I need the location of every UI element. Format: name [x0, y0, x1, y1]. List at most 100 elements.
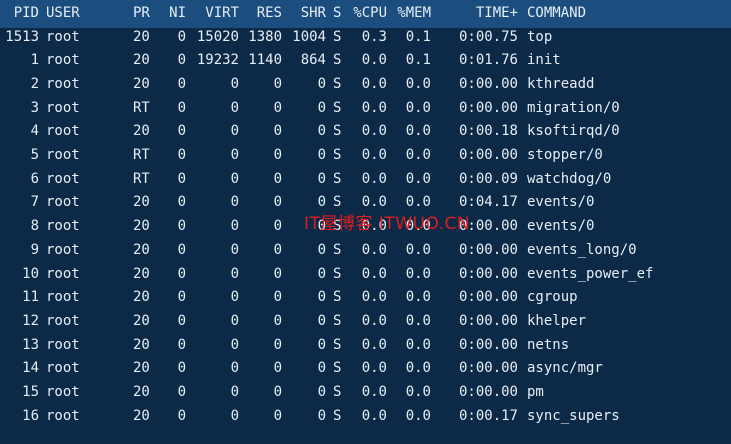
cell-s: S: [333, 336, 342, 353]
cell-cpu: 0.0: [361, 407, 387, 424]
cell-virt: 0: [230, 194, 239, 211]
process-row: 14 root 20 0 0 0 0 S 0.0 0.0 0:00.00 async/mgr: [0, 357, 731, 381]
cell-command: kthreadd: [527, 75, 595, 92]
cell-pr: 20: [133, 407, 150, 424]
cell-user: root: [46, 312, 80, 329]
cell-pid: 8: [30, 218, 39, 235]
cell-command: async/mgr: [527, 360, 603, 377]
cell-user: root: [46, 52, 80, 69]
column-header-command: COMMAND: [527, 5, 587, 21]
cell-pr: 20: [133, 52, 150, 69]
column-header-s: S: [333, 5, 342, 21]
cell-user: root: [46, 407, 80, 424]
cell-res: 0: [273, 265, 282, 282]
cell-time: 0:00.00: [458, 289, 518, 306]
cell-shr: 0: [317, 312, 326, 329]
cell-res: 0: [273, 194, 282, 211]
cell-time: 0:00.00: [458, 147, 518, 163]
process-row: 13 root 20 0 0 0 0 S 0.0 0.0 0:00.00 netns: [0, 334, 731, 358]
cell-pr: 20: [133, 194, 150, 211]
cell-time: 0:00.75: [458, 28, 518, 45]
cell-pid: 4: [30, 123, 39, 140]
cell-s: S: [333, 241, 342, 258]
cell-command: cgroup: [527, 289, 578, 306]
cell-shr: 864: [300, 52, 326, 69]
cell-user: root: [46, 265, 80, 282]
cell-ni: 0: [177, 360, 186, 377]
cell-ni: 0: [177, 312, 186, 329]
cell-command: watchdog/0: [527, 170, 612, 187]
cell-cpu: 0.0: [361, 123, 387, 140]
cell-mem: 0.0: [405, 147, 431, 163]
cell-time: 0:01.76: [458, 52, 518, 69]
cell-pid: 16: [22, 407, 39, 424]
cell-command: events/0: [527, 218, 595, 235]
watermark-text: IT屋博客 ITWUO.CN: [304, 214, 471, 234]
cell-cpu: 0.0: [361, 52, 387, 69]
cell-s: S: [333, 312, 342, 329]
cell-s: S: [333, 170, 342, 187]
cell-res: 0: [273, 147, 282, 163]
cell-cpu: 0.0: [361, 147, 387, 163]
cell-pr: 20: [133, 360, 150, 377]
cell-mem: 0.0: [405, 99, 431, 116]
cell-command: ksoftirqd/0: [527, 123, 620, 140]
cell-user: root: [46, 336, 80, 353]
cell-mem: 0.0: [405, 241, 431, 258]
cell-ni: 0: [177, 241, 186, 258]
cell-time: 0:00.00: [458, 241, 518, 258]
process-row: 15 root 20 0 0 0 0 S 0.0 0.0 0:00.00 pm: [0, 381, 731, 405]
cell-mem: 0.0: [405, 170, 431, 187]
cell-res: 0: [273, 407, 282, 424]
cell-virt: 0: [230, 147, 239, 163]
cell-pid: 5: [30, 147, 39, 163]
cell-mem: 0.1: [405, 28, 431, 45]
cell-mem: 0.0: [405, 407, 431, 424]
cell-pid: 13: [22, 336, 39, 353]
cell-time: 0:00.00: [458, 99, 518, 116]
cell-time: 0:00.00: [458, 75, 518, 92]
cell-cpu: 0.0: [361, 241, 387, 258]
cell-cpu: 0.0: [361, 336, 387, 353]
cell-s: S: [333, 407, 342, 424]
cell-user: root: [46, 147, 80, 163]
cell-pr: 20: [133, 265, 150, 282]
cell-res: 1140: [248, 52, 282, 69]
cell-time: 0:00.00: [458, 360, 518, 377]
cell-cpu: 0.0: [361, 289, 387, 306]
cell-cpu: 0.0: [361, 99, 387, 116]
column-header-time: TIME+: [475, 5, 518, 21]
column-header-shr: SHR: [300, 5, 326, 21]
cell-res: 0: [273, 170, 282, 187]
column-header-mem: %MEM: [397, 5, 431, 21]
cell-virt: 0: [230, 170, 239, 187]
cell-pid: 10: [22, 265, 39, 282]
cell-shr: 0: [317, 75, 326, 92]
cell-pr: 20: [133, 289, 150, 306]
process-row: 5 root RT 0 0 0 0 S 0.0 0.0 0:00.00 stopper/0: [0, 144, 731, 168]
cell-s: S: [333, 147, 342, 163]
cell-time: 0:00.00: [458, 384, 518, 400]
cell-command: pm: [527, 384, 544, 400]
cell-command: khelper: [527, 312, 587, 329]
cell-shr: 0: [317, 384, 326, 400]
cell-pid: 1: [30, 52, 39, 69]
cell-ni: 0: [177, 265, 186, 282]
process-row: 4 root 20 0 0 0 0 S 0.0 0.0 0:00.18 ksoftirqd/0: [0, 120, 731, 144]
column-header-ni: NI: [169, 5, 186, 21]
cell-virt: 0: [230, 123, 239, 140]
cell-virt: 0: [230, 241, 239, 258]
cell-res: 0: [273, 312, 282, 329]
cell-ni: 0: [177, 194, 186, 211]
cell-time: 0:00.00: [458, 312, 518, 329]
terminal-window[interactable]: PID USER PR NI VIRT RES SHR S %CPU %MEM TIME+ COMMA…: [0, 0, 731, 444]
cell-virt: 15020: [196, 28, 239, 45]
cell-virt: 0: [230, 289, 239, 306]
process-row: 9 root 20 0 0 0 0 S 0.0 0.0 0:00.00 events_long/0: [0, 239, 731, 263]
cell-res: 0: [273, 241, 282, 258]
cell-s: S: [333, 265, 342, 282]
cell-user: root: [46, 123, 80, 140]
cell-s: S: [333, 360, 342, 377]
cell-pr: 20: [133, 384, 150, 400]
cell-pr: 20: [133, 218, 150, 235]
